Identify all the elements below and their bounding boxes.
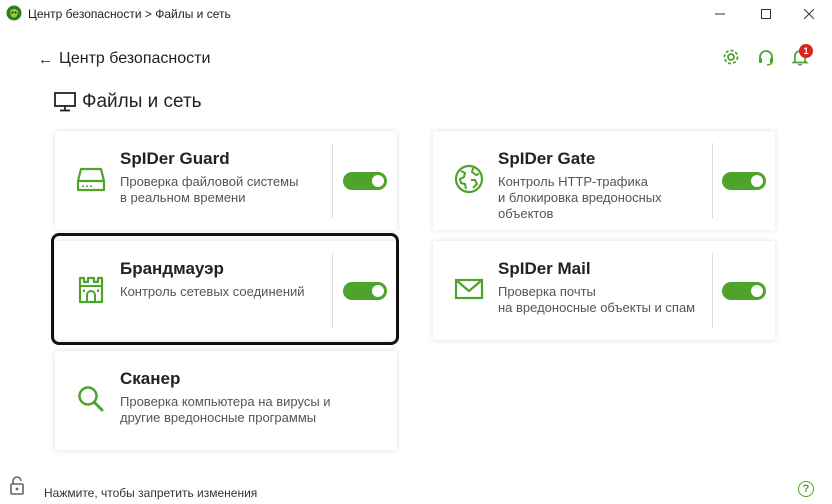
card-title: SpIDer Mail — [498, 259, 591, 278]
card-spider-gate[interactable]: SpIDer Gate Контроль HTTP-трафика и блок… — [433, 131, 775, 230]
card-title: Сканер — [120, 369, 181, 388]
notification-badge: 1 — [799, 44, 813, 58]
page-title: Файлы и сеть — [82, 91, 202, 112]
card-description: Контроль HTTP-трафика и блокировка вредо… — [498, 174, 662, 221]
window-title: Центр безопасности > Файлы и сеть — [28, 7, 231, 21]
card-description: Проверка почты на вредоносные объекты и … — [498, 284, 696, 315]
section-heading: Файлы и сеть — [54, 91, 202, 113]
spider-mail-toggle[interactable] — [722, 282, 766, 300]
title-bar: Центр безопасности > Файлы и сеть — [0, 0, 832, 28]
card-spider-guard[interactable]: SpIDer Guard Проверка файловой системы в… — [55, 131, 397, 230]
spider-gate-toggle[interactable] — [722, 172, 766, 190]
close-button[interactable] — [786, 0, 832, 28]
card-description: Проверка файловой системы в реальном вре… — [120, 174, 299, 205]
settings-button[interactable] — [720, 46, 742, 68]
back-link-label: Центр безопасности — [59, 50, 211, 67]
back-arrow-icon: ← — [38, 50, 53, 68]
hard-drive-icon — [76, 167, 106, 192]
app-logo-icon — [6, 5, 22, 21]
maximize-icon — [761, 9, 771, 19]
gear-icon — [723, 49, 739, 65]
headset-icon — [759, 50, 773, 66]
toggle-knob — [372, 175, 384, 187]
magnifier-icon — [78, 386, 104, 412]
card-title: SpIDer Guard — [120, 149, 230, 168]
back-link[interactable]: ← Центр безопасности — [38, 50, 210, 68]
card-scanner[interactable]: Сканер Проверка компьютера на вирусы и д… — [55, 351, 397, 450]
unlock-icon[interactable] — [8, 474, 30, 496]
minimize-button[interactable] — [697, 0, 743, 28]
lock-changes-link[interactable]: Нажмите, чтобы запретить изменения — [44, 486, 257, 500]
card-title: SpIDer Gate — [498, 149, 596, 168]
monitor-icon — [54, 92, 76, 112]
support-button[interactable] — [755, 46, 777, 68]
card-divider — [712, 253, 713, 328]
envelope-icon — [454, 278, 484, 300]
selection-highlight — [51, 233, 399, 345]
card-divider — [712, 143, 713, 218]
spider-guard-toggle[interactable] — [343, 172, 387, 190]
toggle-knob — [751, 175, 763, 187]
card-divider — [332, 143, 333, 218]
toggle-knob — [751, 285, 763, 297]
card-description: Проверка компьютера на вирусы и другие в… — [120, 394, 331, 425]
help-icon[interactable]: ? — [798, 481, 814, 497]
globe-icon — [454, 164, 484, 194]
card-spider-mail[interactable]: SpIDer Mail Проверка почты на вредоносны… — [433, 241, 775, 340]
close-icon — [804, 9, 814, 19]
maximize-button[interactable] — [743, 0, 789, 28]
minimize-icon — [715, 13, 725, 15]
